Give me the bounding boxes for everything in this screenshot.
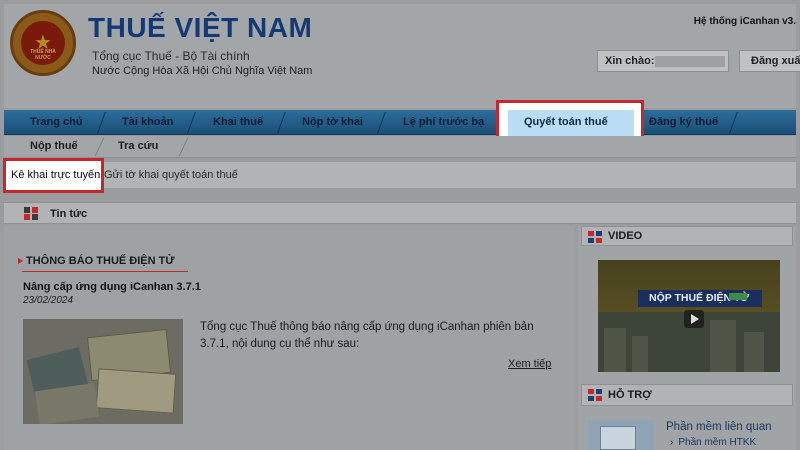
sub-nav: Nộp thuế Tra cứu <box>4 136 796 158</box>
emblem-logo[interactable]: ★ THUẾ NHÀ NƯỚC <box>10 10 76 76</box>
nav-separator <box>180 112 196 133</box>
emblem-inner: ★ THUẾ NHÀ NƯỚC <box>21 21 65 65</box>
section-title: THÔNG BÁO THUẾ ĐIỆN TỬ <box>17 255 175 267</box>
nav-item-account[interactable]: Tài khoản <box>122 110 173 135</box>
subnav-separator <box>171 138 189 156</box>
online-declaration-label: Kê khai trực tuyến <box>11 169 101 181</box>
nav-item-home[interactable]: Trang chủ <box>30 110 83 135</box>
video-tag <box>729 293 747 300</box>
video-header: VIDEO <box>581 226 793 246</box>
article-thumbnail[interactable] <box>23 319 183 424</box>
subnav-item-pay-tax[interactable]: Nộp thuế <box>30 140 78 152</box>
video-player[interactable]: NỘP THUẾ ĐIỆN TỬ <box>598 260 780 372</box>
skyline-building <box>710 320 736 372</box>
nav-item-registration-fee[interactable]: Lệ phí trước bạ <box>403 110 484 135</box>
subnav-separator <box>87 138 105 156</box>
logout-button[interactable]: Đăng xuấ <box>739 50 800 72</box>
news-label: Tin tức <box>50 208 88 220</box>
logout-label: Đăng xuấ <box>751 55 800 67</box>
nav-item-submit-return[interactable]: Nộp tờ khai <box>302 110 363 135</box>
support-header: HỖ TRỢ <box>581 384 793 406</box>
article-title[interactable]: Nâng cấp ứng dụng iCanhan 3.7.1 <box>23 281 201 293</box>
nav-item-tax-registration[interactable]: Đăng ký thuế <box>649 110 718 135</box>
software-box-icon <box>600 426 636 450</box>
article-date: 23/02/2024 <box>23 295 74 306</box>
support-label: HỖ TRỢ <box>608 389 652 401</box>
greeting-box: Xin chào: <box>597 50 729 72</box>
logo-text: THUẾ NHÀ NƯỚC <box>30 49 56 61</box>
nav-item-label: Quyết toán thuế <box>524 116 608 128</box>
site-subtitle-country: Nước Cộng Hòa Xã Hội Chủ Nghĩa Việt Nam <box>92 65 313 77</box>
main-nav: Trang chủ Tài khoản Khai thuế Nộp tờ kha… <box>4 110 796 135</box>
subnav-item-lookup[interactable]: Tra cứu <box>118 140 158 152</box>
submit-finalization-link[interactable]: Gửi tờ khai quyết toán thuế <box>104 169 238 181</box>
site-title[interactable]: THUẾ VIỆT NAM <box>88 12 312 44</box>
news-icon <box>24 207 38 220</box>
thumbnail-shape <box>95 368 177 414</box>
nav-item-declare-tax[interactable]: Khai thuế <box>213 110 263 135</box>
article-excerpt: Tổng cục Thuế thông báo nâng cấp ứng dụn… <box>200 321 534 350</box>
software-image <box>588 420 654 450</box>
nav-separator <box>370 112 386 133</box>
software-link-htkk[interactable]: Phần mềm HTKK <box>670 437 756 448</box>
skyline-building <box>604 328 626 372</box>
username-redacted <box>655 56 725 67</box>
skyline-building <box>632 336 648 372</box>
nav-separator <box>90 112 106 133</box>
read-more-link[interactable]: Xem tiếp <box>508 358 551 370</box>
skyline-building <box>744 332 764 372</box>
video-icon <box>588 231 602 243</box>
thumbnail-shape <box>34 382 100 424</box>
browser-page: ★ THUẾ NHÀ NƯỚC THUẾ VIỆT NAM Tổng cục T… <box>0 0 800 450</box>
related-software-title: Phần mềm liên quan <box>666 421 772 433</box>
nav-separator <box>722 112 738 133</box>
video-label: VIDEO <box>608 230 643 242</box>
section-divider <box>22 271 188 272</box>
online-declaration-link[interactable]: Kê khai trực tuyến <box>3 158 104 193</box>
greeting-label: Xin chào: <box>605 55 655 67</box>
nav-separator <box>270 112 286 133</box>
play-icon[interactable] <box>684 310 704 328</box>
news-bar: Tin tức <box>4 202 796 224</box>
system-label: Hệ thống iCanhan v3. <box>693 16 796 27</box>
site-subtitle: Tổng cục Thuế - Bộ Tài chính <box>92 49 250 63</box>
support-icon <box>588 389 602 401</box>
